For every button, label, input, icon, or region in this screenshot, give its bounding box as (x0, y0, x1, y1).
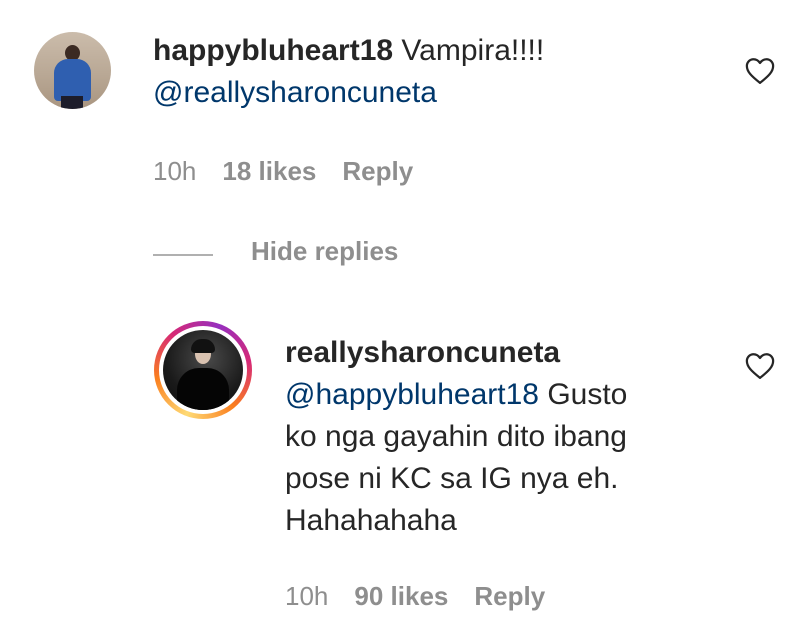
comment-time: 10h (153, 156, 197, 186)
avatar-photo-body (177, 368, 229, 410)
divider-line (153, 254, 213, 256)
reply-meta: 10h 90 likes Reply (285, 581, 571, 612)
reply-body-line3: pose ni KC sa IG nya eh. (285, 462, 619, 495)
reply-username[interactable]: reallysharoncuneta (285, 336, 560, 369)
hide-replies-button[interactable]: Hide replies (251, 236, 398, 267)
avatar[interactable] (34, 32, 111, 109)
comment-body: Vampira!!!! (393, 34, 545, 67)
reply-body-line1: Gusto (538, 378, 628, 411)
reply-body-line4: Hahahahaha (285, 504, 457, 537)
avatar-photo-body (54, 59, 91, 101)
reply-text: reallysharoncuneta @happybluheart18 Gust… (285, 332, 725, 542)
reply-button[interactable]: Reply (342, 156, 413, 186)
heart-outline-icon[interactable] (745, 352, 775, 380)
reply-time: 10h (285, 581, 329, 611)
avatar-photo-legs (61, 96, 83, 109)
reply-button[interactable]: Reply (474, 581, 545, 611)
reply-body-line2: ko nga gayahin dito ibang (285, 420, 627, 453)
comment-username[interactable]: happybluheart18 (153, 34, 393, 67)
avatar[interactable] (163, 330, 243, 410)
avatar-photo-hair (191, 339, 215, 353)
comment-mention[interactable]: @reallysharoncuneta (153, 76, 437, 109)
heart-outline-icon[interactable] (745, 57, 775, 85)
comment-text: happybluheart18 Vampira!!!! @reallysharo… (153, 30, 713, 114)
comment-meta: 10h 18 likes Reply (153, 156, 439, 187)
comment-likes[interactable]: 18 likes (222, 156, 316, 186)
reply-mention[interactable]: @happybluheart18 (285, 378, 539, 411)
reply-likes[interactable]: 90 likes (354, 581, 448, 611)
